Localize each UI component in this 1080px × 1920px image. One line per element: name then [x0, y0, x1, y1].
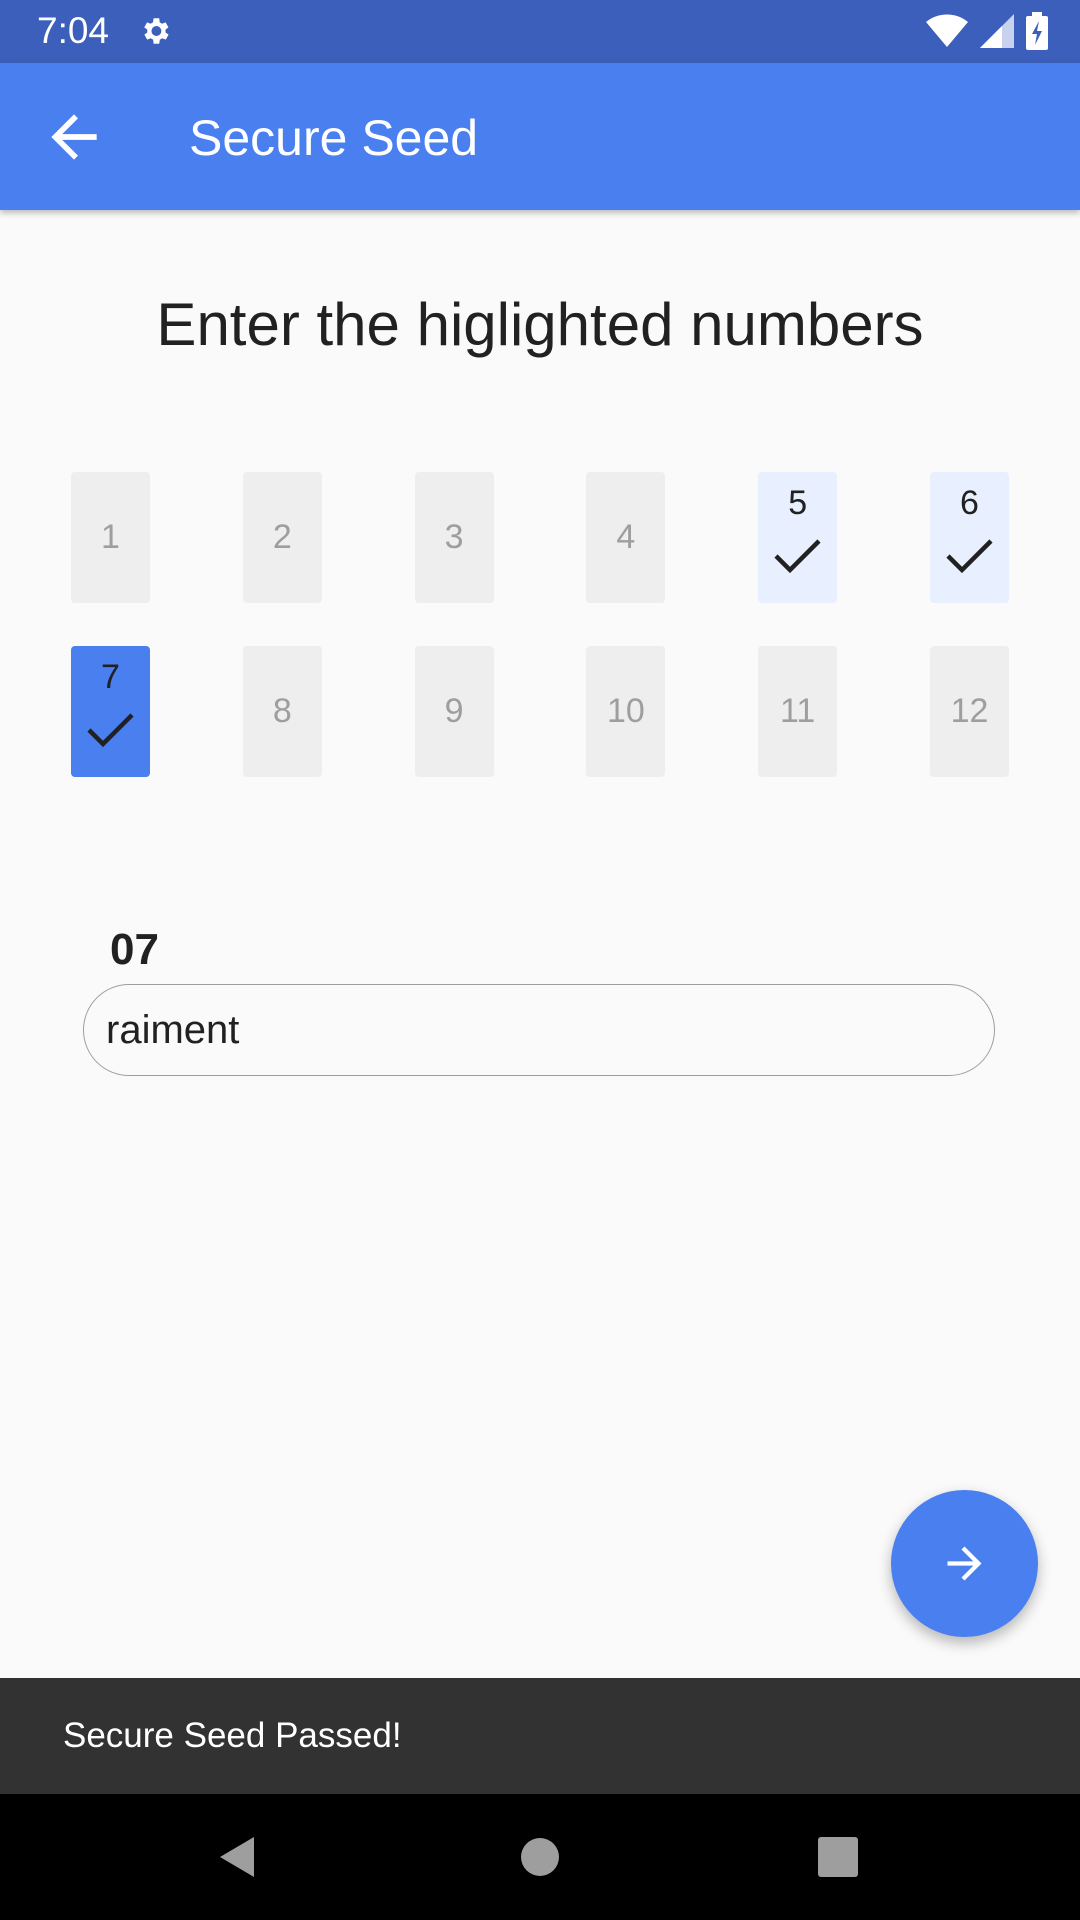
seed-word-cell[interactable]: 9	[414, 646, 494, 777]
wifi-icon	[926, 14, 968, 47]
seed-word-number: 4	[616, 518, 636, 556]
home-circle-icon[interactable]	[512, 1829, 568, 1885]
seed-word-number: 6	[960, 484, 979, 522]
seed-word-grid: 1 2 3 4 5 6 7 8 9 10 11 12	[71, 472, 1009, 777]
seed-word-cell[interactable]: 5	[758, 472, 838, 603]
check-icon	[946, 539, 993, 574]
instruction-heading: Enter the higlighted numbers	[156, 291, 924, 358]
seed-word-number: 2	[272, 518, 292, 556]
seed-word-number: 12	[950, 692, 989, 730]
seed-word-cell[interactable]: 3	[414, 472, 494, 603]
seed-word-number: 11	[780, 692, 816, 730]
snackbar-message: Secure Seed Passed!	[63, 1716, 402, 1755]
arrow-right-icon	[947, 1546, 982, 1581]
snackbar: Secure Seed Passed!	[0, 1678, 1080, 1794]
seed-word-cell[interactable]: 4	[586, 472, 666, 603]
arrow-left-icon[interactable]	[40, 103, 108, 171]
seed-word-cell[interactable]: 8	[242, 646, 322, 777]
back-triangle-icon[interactable]	[212, 1829, 268, 1885]
seed-word-cell[interactable]: 6	[929, 472, 1009, 603]
seed-word-number: 8	[272, 692, 292, 730]
word-number-label: 07	[110, 925, 159, 974]
app-bar: Secure Seed	[0, 63, 1080, 210]
recents-square-icon[interactable]	[810, 1829, 866, 1885]
seed-word-number: 1	[101, 518, 120, 556]
page-title: Secure Seed	[189, 110, 479, 166]
check-icon	[774, 539, 821, 574]
seed-word-number: 7	[101, 658, 120, 696]
seed-word-number: 9	[444, 692, 464, 730]
seed-word-number: 3	[444, 518, 464, 556]
seed-word-number: 5	[788, 484, 808, 522]
seed-word-cell[interactable]: 10	[586, 646, 666, 777]
seed-word-number: 10	[606, 692, 645, 730]
seed-word-cell[interactable]: 7	[71, 646, 150, 777]
seed-word-cell[interactable]: 2	[242, 472, 322, 603]
seed-word-cell[interactable]: 11	[758, 646, 838, 777]
next-button[interactable]	[891, 1490, 1038, 1637]
signal-icon	[980, 14, 1014, 48]
navigation-bar	[0, 1794, 1080, 1920]
status-bar: 7:04	[0, 0, 1080, 63]
gear-icon	[144, 18, 169, 44]
seed-word-input[interactable]	[83, 984, 995, 1076]
seed-word-cell[interactable]: 1	[71, 472, 150, 603]
check-icon	[87, 713, 134, 748]
status-time: 7:04	[37, 10, 110, 51]
battery-icon	[1026, 12, 1048, 50]
seed-word-cell[interactable]: 12	[929, 646, 1009, 777]
